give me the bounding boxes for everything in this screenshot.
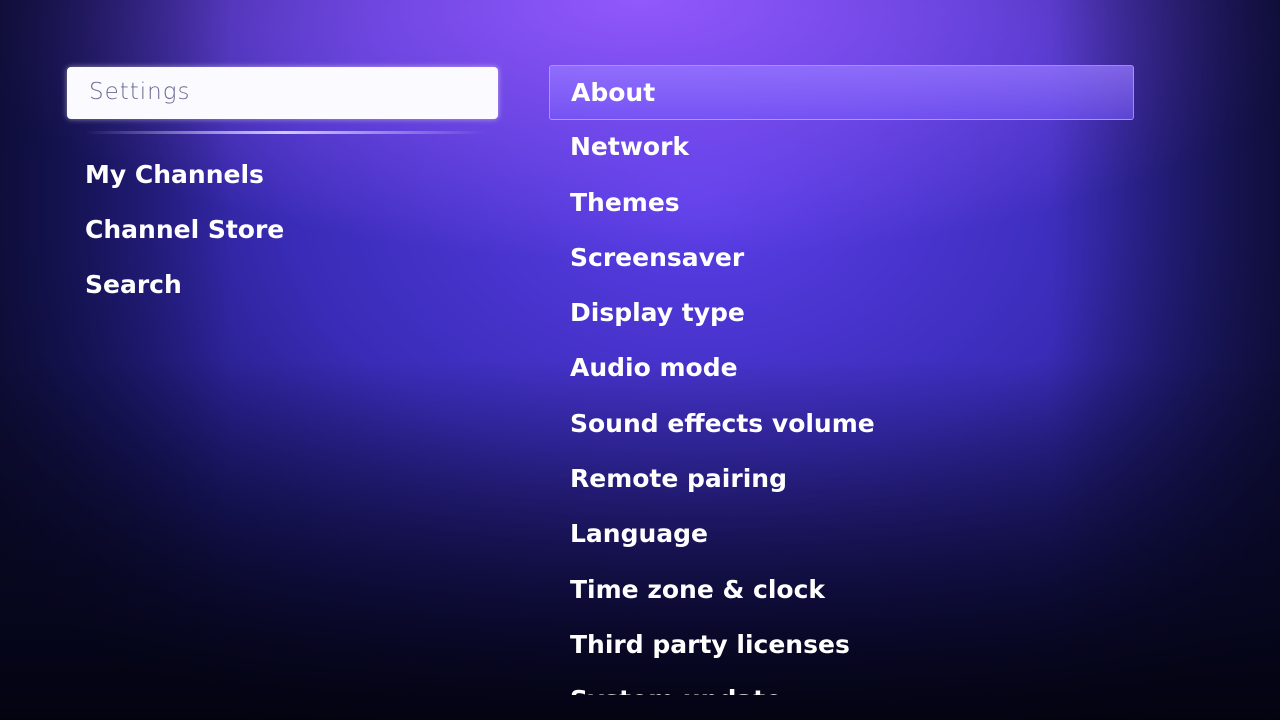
menu-item-third-party-licenses[interactable]: Third party licenses	[549, 618, 1134, 673]
nav-item-search[interactable]: Search	[85, 265, 284, 320]
menu-item-language[interactable]: Language	[549, 507, 1134, 562]
menu-item-system-update[interactable]: System update	[549, 673, 1134, 695]
menu-item-sound-effects-volume[interactable]: Sound effects volume	[549, 397, 1134, 452]
menu-item-about[interactable]: About	[549, 65, 1134, 121]
menu-item-themes[interactable]: Themes	[549, 176, 1134, 231]
menu-item-remote-pairing[interactable]: Remote pairing	[549, 452, 1134, 507]
menu-item-audio-mode[interactable]: Audio mode	[549, 341, 1134, 396]
settings-menu: About Network Themes Screensaver Display…	[549, 65, 1134, 695]
left-nav: My Channels Channel Store Search	[85, 155, 284, 320]
menu-item-network[interactable]: Network	[549, 120, 1134, 175]
menu-item-display-type[interactable]: Display type	[549, 286, 1134, 341]
nav-item-my-channels[interactable]: My Channels	[85, 155, 284, 210]
menu-item-time-zone-clock[interactable]: Time zone & clock	[549, 563, 1134, 618]
settings-header: Settings	[67, 67, 498, 119]
nav-item-channel-store[interactable]: Channel Store	[85, 210, 284, 265]
header-divider	[85, 131, 485, 134]
menu-item-screensaver[interactable]: Screensaver	[549, 231, 1134, 286]
page-title: Settings	[89, 79, 191, 105]
